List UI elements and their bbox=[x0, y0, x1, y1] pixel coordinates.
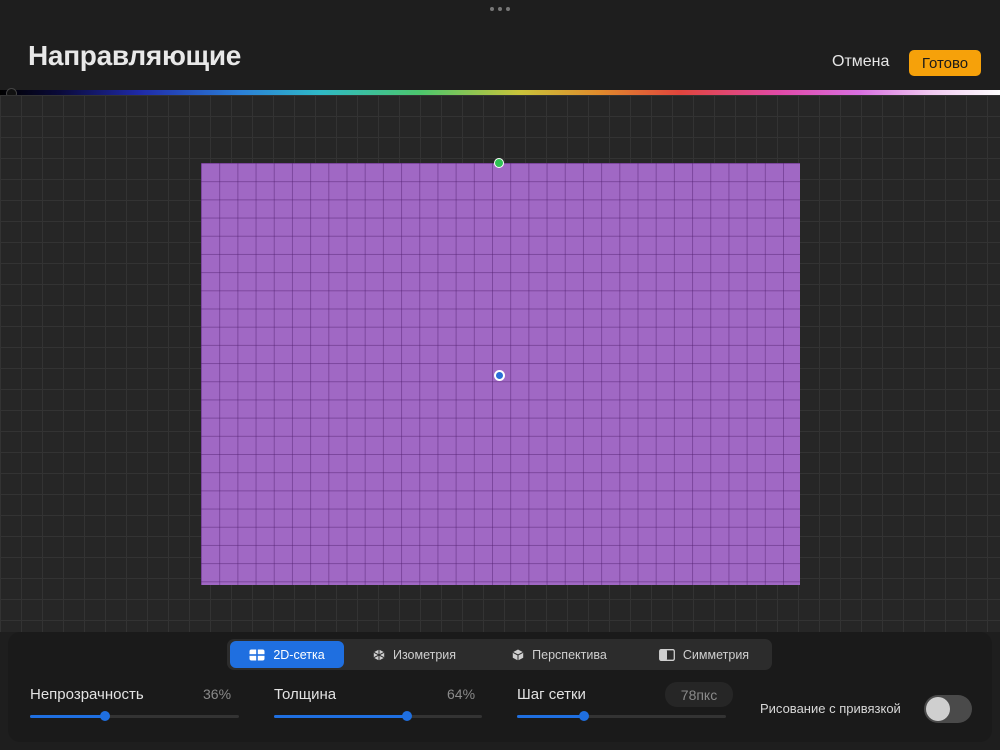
guide-type-tabs: 2D-сетка Изометрия Перспектива Симметрия bbox=[227, 639, 772, 670]
top-bar: Направляющие Отмена Готово bbox=[0, 0, 1000, 92]
opacity-slider[interactable] bbox=[30, 711, 239, 721]
2d-grid-icon bbox=[249, 648, 266, 661]
thickness-slider-fill bbox=[274, 715, 408, 718]
isometric-icon bbox=[373, 649, 385, 661]
opacity-slider-fill bbox=[30, 715, 106, 718]
tab-label: Симметрия bbox=[682, 647, 750, 662]
tab-2d-grid[interactable]: 2D-сетка bbox=[230, 641, 344, 668]
tab-label: 2D-сетка bbox=[273, 647, 325, 662]
tab-isometric[interactable]: Изометрия bbox=[357, 639, 472, 670]
symmetry-icon bbox=[658, 648, 675, 661]
grid-size-slider[interactable] bbox=[517, 711, 726, 721]
thickness-slider[interactable] bbox=[274, 711, 482, 721]
tab-label: Перспектива bbox=[532, 647, 607, 662]
grid-size-value[interactable]: 78пкс bbox=[665, 682, 733, 707]
tab-symmetry[interactable]: Симметрия bbox=[645, 639, 763, 670]
tab-label: Изометрия bbox=[392, 647, 457, 662]
opacity-label: Непрозрачность bbox=[30, 686, 144, 703]
snap-drawing-label: Рисование с привязкой bbox=[760, 701, 901, 716]
thickness-value: 64% bbox=[447, 686, 476, 702]
thickness-label: Толщина bbox=[274, 686, 337, 703]
toggle-knob bbox=[926, 697, 950, 721]
opacity-value: 36% bbox=[203, 686, 232, 702]
perspective-icon bbox=[512, 649, 524, 661]
tab-perspective[interactable]: Перспектива bbox=[497, 639, 622, 670]
snap-drawing-toggle[interactable] bbox=[924, 695, 972, 723]
grid-size-label: Шаг сетки bbox=[517, 686, 586, 703]
grid-size-slider-thumb[interactable] bbox=[578, 711, 589, 721]
rotation-handle[interactable] bbox=[494, 158, 504, 168]
more-icon[interactable] bbox=[490, 7, 510, 13]
center-handle[interactable] bbox=[494, 370, 505, 381]
page-title: Направляющие bbox=[28, 40, 242, 71]
cancel-button[interactable]: Отмена bbox=[826, 51, 895, 73]
done-button[interactable]: Готово bbox=[909, 50, 981, 76]
grid-size-slider-fill bbox=[517, 715, 584, 718]
